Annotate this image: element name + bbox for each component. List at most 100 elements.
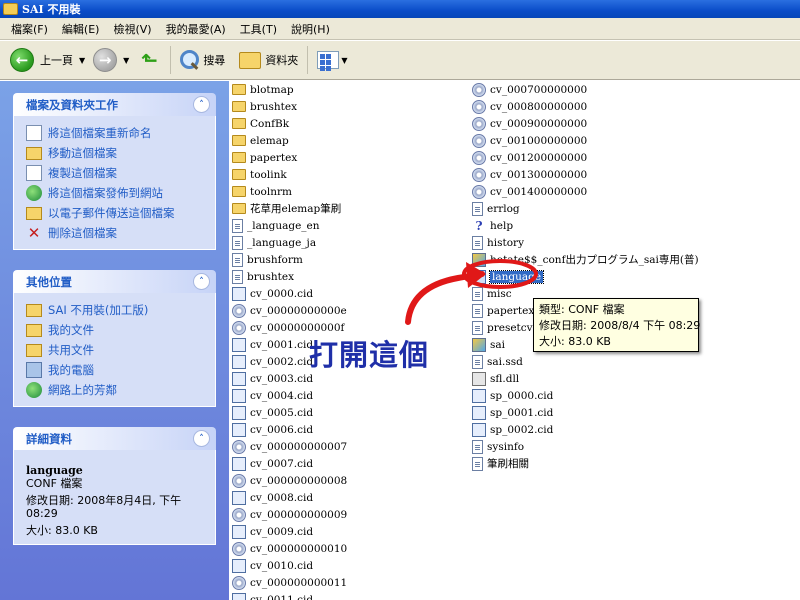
file-item[interactable]: language bbox=[472, 268, 699, 285]
cid-file-icon bbox=[232, 337, 246, 352]
file-item[interactable]: cv_000000000009 bbox=[232, 506, 347, 523]
file-name: cv_0001.cid bbox=[250, 338, 314, 351]
file-item[interactable]: papertex bbox=[232, 149, 347, 166]
file-name: help bbox=[490, 219, 514, 232]
tasks-panel-header[interactable]: 檔案及資料夾工作 ˄ bbox=[13, 93, 216, 116]
task-publish[interactable]: 將這個檔案發佈到網站 bbox=[26, 183, 215, 203]
file-item[interactable]: cv_0010.cid bbox=[232, 557, 347, 574]
file-item[interactable]: brushtex bbox=[232, 268, 347, 285]
file-item[interactable]: history bbox=[472, 234, 699, 251]
place-network[interactable]: 網路上的芳鄰 bbox=[26, 380, 215, 400]
menu-edit[interactable]: 編輯(E) bbox=[55, 21, 107, 37]
file-name: cv_001200000000 bbox=[490, 151, 588, 164]
file-item[interactable]: cv_00000000000e bbox=[232, 302, 347, 319]
disc-file-icon bbox=[232, 575, 246, 590]
file-item[interactable]: cv_0000.cid bbox=[232, 285, 347, 302]
file-item[interactable]: cv_000800000000 bbox=[472, 98, 699, 115]
task-move[interactable]: 移動這個檔案 bbox=[26, 143, 215, 163]
file-item[interactable]: cv_000700000000 bbox=[472, 81, 699, 98]
menu-file[interactable]: 檔案(F) bbox=[4, 21, 55, 37]
file-item[interactable]: sp_0001.cid bbox=[472, 404, 699, 421]
file-item[interactable]: cv_0009.cid bbox=[232, 523, 347, 540]
disc-file-icon bbox=[472, 99, 486, 114]
file-name: sai bbox=[490, 338, 506, 351]
file-name: language bbox=[488, 269, 545, 284]
details-panel-header[interactable]: 詳細資料 ˄ bbox=[13, 427, 216, 450]
collapse-icon[interactable]: ˄ bbox=[193, 430, 210, 447]
file-item[interactable]: cv_0007.cid bbox=[232, 455, 347, 472]
file-item[interactable]: toolnrm bbox=[232, 183, 347, 200]
file-item[interactable]: blotmap bbox=[232, 81, 347, 98]
title-bar[interactable]: SAI 不用裝 bbox=[0, 0, 800, 18]
file-item[interactable]: cv_0006.cid bbox=[232, 421, 347, 438]
place-shared-documents[interactable]: 共用文件 bbox=[26, 340, 215, 360]
place-sai-folder[interactable]: SAI 不用裝(加工版) bbox=[26, 300, 215, 320]
menu-help[interactable]: 說明(H) bbox=[284, 21, 337, 37]
file-item[interactable]: _language_ja bbox=[232, 234, 347, 251]
file-item[interactable]: ? help bbox=[472, 217, 699, 234]
views-button[interactable]: ▼ bbox=[313, 44, 351, 76]
place-my-documents[interactable]: 我的文件 bbox=[26, 320, 215, 340]
file-item[interactable]: cv_001300000000 bbox=[472, 166, 699, 183]
folders-button[interactable]: 資料夾 bbox=[235, 44, 302, 76]
file-item[interactable]: cv_000000000007 bbox=[232, 438, 347, 455]
up-folder-button[interactable]: ⬑ bbox=[133, 44, 165, 76]
task-rename[interactable]: 將這個檔案重新命名 bbox=[26, 123, 215, 143]
file-item[interactable]: cv_000900000000 bbox=[472, 115, 699, 132]
document-icon bbox=[472, 201, 483, 216]
email-icon bbox=[26, 206, 42, 220]
task-copy[interactable]: 複製這個檔案 bbox=[26, 163, 215, 183]
file-item[interactable]: hotate$$_conf出力プログラム_sai専用(普) bbox=[472, 251, 699, 268]
chevron-down-icon[interactable]: ▼ bbox=[79, 56, 85, 65]
search-button[interactable]: 搜尋 bbox=[176, 44, 229, 76]
collapse-icon[interactable]: ˄ bbox=[193, 96, 210, 113]
file-item[interactable]: sp_0002.cid bbox=[472, 421, 699, 438]
back-button[interactable]: ← 上一頁 ▼ bbox=[6, 44, 89, 76]
file-item[interactable]: cv_001000000000 bbox=[472, 132, 699, 149]
file-item[interactable]: errlog bbox=[472, 200, 699, 217]
up-arrow-icon: ⬑ bbox=[140, 48, 158, 72]
cid-file-icon bbox=[232, 524, 246, 539]
forward-button[interactable]: → ▼ bbox=[89, 44, 133, 76]
menu-favorites[interactable]: 我的最愛(A) bbox=[159, 21, 233, 37]
file-item[interactable]: 筆刷相關 bbox=[472, 455, 699, 472]
places-panel-header[interactable]: 其他位置 ˄ bbox=[13, 270, 216, 293]
menu-view[interactable]: 檢視(V) bbox=[106, 21, 158, 37]
file-tooltip: 類型: CONF 檔案 修改日期: 2008/8/4 下午 08:29 大小: … bbox=[533, 298, 700, 352]
file-item[interactable]: _language_en bbox=[232, 217, 347, 234]
file-item[interactable]: sysinfo bbox=[472, 438, 699, 455]
tooltip-type: 類型: CONF 檔案 bbox=[539, 303, 625, 316]
file-item[interactable]: cv_000000000011 bbox=[232, 574, 347, 591]
file-item[interactable]: cv_0004.cid bbox=[232, 387, 347, 404]
task-delete[interactable]: ✕ 刪除這個檔案 bbox=[26, 223, 215, 243]
file-item[interactable]: brushform bbox=[232, 251, 347, 268]
network-icon bbox=[26, 382, 42, 398]
file-item[interactable]: 花草用elemap筆刷 bbox=[232, 200, 347, 217]
file-item[interactable]: cv_001400000000 bbox=[472, 183, 699, 200]
file-item[interactable]: cv_0011.cid bbox=[232, 591, 347, 600]
file-item[interactable]: ConfBk bbox=[232, 115, 347, 132]
chevron-down-icon[interactable]: ▼ bbox=[341, 56, 347, 65]
file-item[interactable]: toolink bbox=[232, 166, 347, 183]
file-name: sp_0001.cid bbox=[490, 406, 554, 419]
folder-icon bbox=[232, 169, 246, 180]
file-item[interactable]: sp_0000.cid bbox=[472, 387, 699, 404]
file-item[interactable]: cv_0008.cid bbox=[232, 489, 347, 506]
file-item[interactable]: cv_000000000010 bbox=[232, 540, 347, 557]
file-name: cv_0010.cid bbox=[250, 559, 314, 572]
file-item[interactable]: elemap bbox=[232, 132, 347, 149]
file-item[interactable]: sai.ssd bbox=[472, 353, 699, 370]
task-email[interactable]: 以電子郵件傳送這個檔案 bbox=[26, 203, 215, 223]
file-item[interactable]: cv_001200000000 bbox=[472, 149, 699, 166]
place-my-computer[interactable]: 我的電腦 bbox=[26, 360, 215, 380]
chevron-down-icon[interactable]: ▼ bbox=[123, 56, 129, 65]
copy-icon bbox=[26, 165, 42, 181]
file-item[interactable]: cv_0005.cid bbox=[232, 404, 347, 421]
document-icon bbox=[472, 439, 483, 454]
collapse-icon[interactable]: ˄ bbox=[193, 273, 210, 290]
file-item[interactable]: brushtex bbox=[232, 98, 347, 115]
file-item[interactable]: cv_000000000008 bbox=[232, 472, 347, 489]
file-name: brushtex bbox=[247, 270, 295, 283]
menu-tools[interactable]: 工具(T) bbox=[233, 21, 284, 37]
file-item[interactable]: sfl.dll bbox=[472, 370, 699, 387]
